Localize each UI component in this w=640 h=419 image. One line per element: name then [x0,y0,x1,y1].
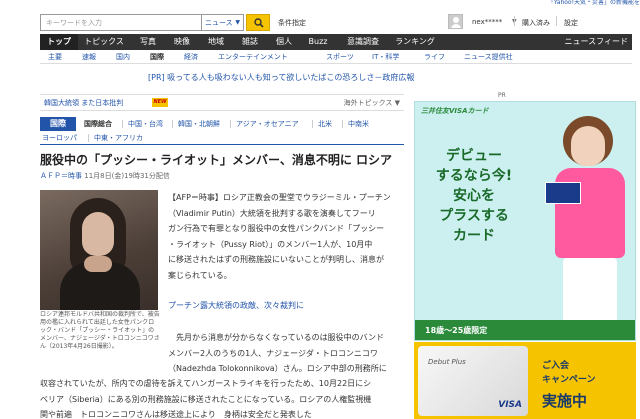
category-nav-row2: ヨーロッパ 中東・アフリカ [40,131,404,145]
ad-model-image [545,110,635,340]
sub-nav-item-economy[interactable]: 経済 [184,52,198,62]
category-divider [342,120,343,128]
category-divider [312,120,313,128]
pr-ad-link[interactable]: [PR] 吸ってる人も吸わない人も知って欲しいたばこの恐ろしさ－政府広報 [148,72,414,83]
category-divider [172,120,173,128]
visa-logo: VISA [498,400,522,410]
search-button[interactable] [246,14,270,31]
breaking-news-bar: 韓国大統領 また日本批判 NEW 海外トピックス ▼ [40,94,404,111]
article-line: ・ライオット（Pussy Riot）」のメンバー1人が、10月中 [168,239,373,249]
advanced-search-link[interactable]: 条件指定 [278,18,306,28]
category-divider [230,120,231,128]
article-line: 収容されていたが、所内での虐待を訴えてハンガーストライキを行ったため、10月22… [40,379,372,388]
ad-headline-line: するなら今! [435,168,513,184]
ad-headline-line: プラスする [439,208,509,224]
sub-nav-item-life[interactable]: ライフ [424,52,445,62]
ad-card-image: Debut Plus VISA [418,346,528,416]
category-item-latin-america[interactable]: 中南米 [348,119,369,129]
sub-nav-item-sports[interactable]: スポーツ [326,52,354,62]
sub-nav-item-main[interactable]: 主要 [48,52,62,62]
sub-nav-item-entertainment[interactable]: エンターテインメント [218,52,288,62]
search-scope-select[interactable]: ニュース ▼ [202,14,244,31]
article-date: 11月8日(金)19時31分配信 [84,172,170,180]
page-header: キーワードを入力 ニュース ▼ 条件指定 nex***** ▼ 購入済み 設定 [0,6,640,34]
settings-link[interactable]: 設定 [564,18,578,28]
sub-nav-item-it-science[interactable]: IT・科学 [372,52,399,62]
ad-brand-logo: 三井住友VISAカード [421,107,489,115]
search-input[interactable]: キーワードを入力 [40,14,202,31]
article-line: 案じられている。 [168,270,232,280]
ad-campaign-line: キャンペーン [542,375,596,385]
main-nav-item-topics[interactable]: トピックス [80,34,128,50]
ad-campaign-line: 実施中 [542,392,588,410]
article-source[interactable]: ＡＦＰ＝時事 [40,172,82,180]
breaking-news-link[interactable]: 韓国大統領 また日本批判 [44,98,123,108]
main-nav-item-individual[interactable]: 個人 [270,34,298,50]
news-feed-link[interactable]: ニュースフィード [565,34,628,50]
article-line: メンバー2人のうちの1人、ナジェージダ・トロコンニコワ [168,348,378,358]
category-nav: 国際 国際総合 中国・台湾 韓国・北朝鮮 アジア・オセアニア 北米 中南米 [40,117,404,131]
sub-nav-item-international[interactable]: 国際 [150,52,164,62]
article-paragraph-2: 先月から消息が分からなくなっているのは服役中のバンド メンバー2人のうちの1人、… [168,330,404,377]
sub-nav-item-providers[interactable]: ニュース提供社 [464,52,513,62]
main-nav-item-video[interactable]: 映像 [168,34,196,50]
sub-nav-item-breaking[interactable]: 速報 [82,52,96,62]
ad-age-banner: 18歳〜25歳限定 [415,320,635,340]
photo-caption: ロシア連邦モルドバ共和国の裁判所で、被告用の檻に入れられて出廷した女性パンクロッ… [40,311,160,350]
category-tab-international[interactable]: 国際 [40,117,76,131]
article-byline: ＡＦＰ＝時事 11月8日(金)19時31分配信 [40,171,170,181]
article-line: （Nadezhda Tolokonnikova）さん。ロシア中部の刑務所に [168,364,387,373]
article-paragraph-1: 【AFP＝時事】ロシア正教会の聖堂でウラジーミル・プーチン （Vladimir … [168,190,404,283]
main-nav-item-magazine[interactable]: 雑誌 [236,34,264,50]
category-divider [88,134,89,142]
main-nav-item-ranking[interactable]: ランキング [392,34,438,50]
related-article-link[interactable]: プーチン露大統領の政敵、次々裁判に [168,300,304,311]
category-item-asia-oceania[interactable]: アジア・オセアニア [236,119,299,129]
avatar [448,14,463,29]
sub-nav: 主要 速報 国内 国際 経済 エンターテインメント スポーツ IT・科学 ライフ… [40,50,632,64]
main-nav-item-buzz[interactable]: Buzz [304,34,332,50]
ad-campaign-line: ご入会 [542,361,570,371]
main-nav-item-top[interactable]: トップ [40,34,78,50]
article-line: ベリア（Siberia）にある別の刑務施設に移送されたことになっている。ロシアの… [40,394,372,404]
ad-headline-line: デビュー [446,148,502,164]
article-photo[interactable] [40,190,158,310]
main-nav-item-region[interactable]: 地域 [202,34,230,50]
search-scope-label: ニュース [205,19,233,27]
category-item-north-america[interactable]: 北米 [318,119,332,129]
article-line: （Vladimir Putin）大統領を批判する歌を演奏してフーリ [168,208,376,218]
ad-headline-line: カード [453,228,495,244]
main-nav: トップ トピックス 写真 映像 地域 雑誌 個人 Buzz 意識調査 ランキング… [40,34,632,50]
ad-card-title: Debut Plus [428,358,466,366]
article-line: 関や前遍 トロコンニコワさんは移送途上により 身柄は安全だと発表した [40,410,312,419]
article-line: 先月から消息が分からなくなっているのは服役中のバンド [176,333,384,342]
campaign-ad[interactable]: Debut Plus VISA ご入会 キャンペーン 実施中 [414,342,636,419]
article-paragraph-3: 収容されていたが、所内での虐待を訴えてハンガーストライキを行ったため、10月22… [40,376,404,419]
ad-headline: デビュー するなら今! 安心を プラスする カード [415,146,533,246]
category-item-intl-general[interactable]: 国際総合 [84,119,112,129]
article-line: ガン行為で有罪となり服役中の女性パンクバンド「プッシー [168,224,385,233]
main-nav-item-survey[interactable]: 意識調査 [340,34,386,50]
category-divider [122,120,123,128]
header-divider [514,16,515,26]
overseas-topics-dropdown[interactable]: 海外トピックス ▼ [344,98,400,108]
credit-card-ad[interactable]: 三井住友VISAカード デビュー するなら今! 安心を プラスする カード 18… [414,101,636,341]
sub-nav-item-domestic[interactable]: 国内 [116,52,130,62]
purchased-link[interactable]: 購入済み [522,18,550,28]
category-item-korea[interactable]: 韓国・北朝鮮 [178,119,220,129]
article-line: に移送されたはずの刑務施設にいないことが判明し、消息が [168,255,384,264]
username: nex***** [472,18,503,26]
article-line: 【AFP＝時事】ロシア正教会の聖堂でウラジーミル・プーチン [168,193,391,202]
article-headline: 服役中の「プッシー・ライオット」メンバー、消息不明に ロシア [40,153,393,167]
header-divider [556,16,557,26]
pr-label: PR [498,92,506,99]
ad-headline-line: 安心を [453,188,495,204]
category-item-europe[interactable]: ヨーロッパ [42,133,77,143]
category-item-mideast-africa[interactable]: 中東・アフリカ [94,133,143,143]
chevron-down-icon: ▼ [235,19,240,26]
main-nav-item-photo[interactable]: 写真 [134,34,162,50]
category-item-china-taiwan[interactable]: 中国・台湾 [128,119,163,129]
search-icon [254,18,264,28]
new-badge: NEW [152,98,168,107]
